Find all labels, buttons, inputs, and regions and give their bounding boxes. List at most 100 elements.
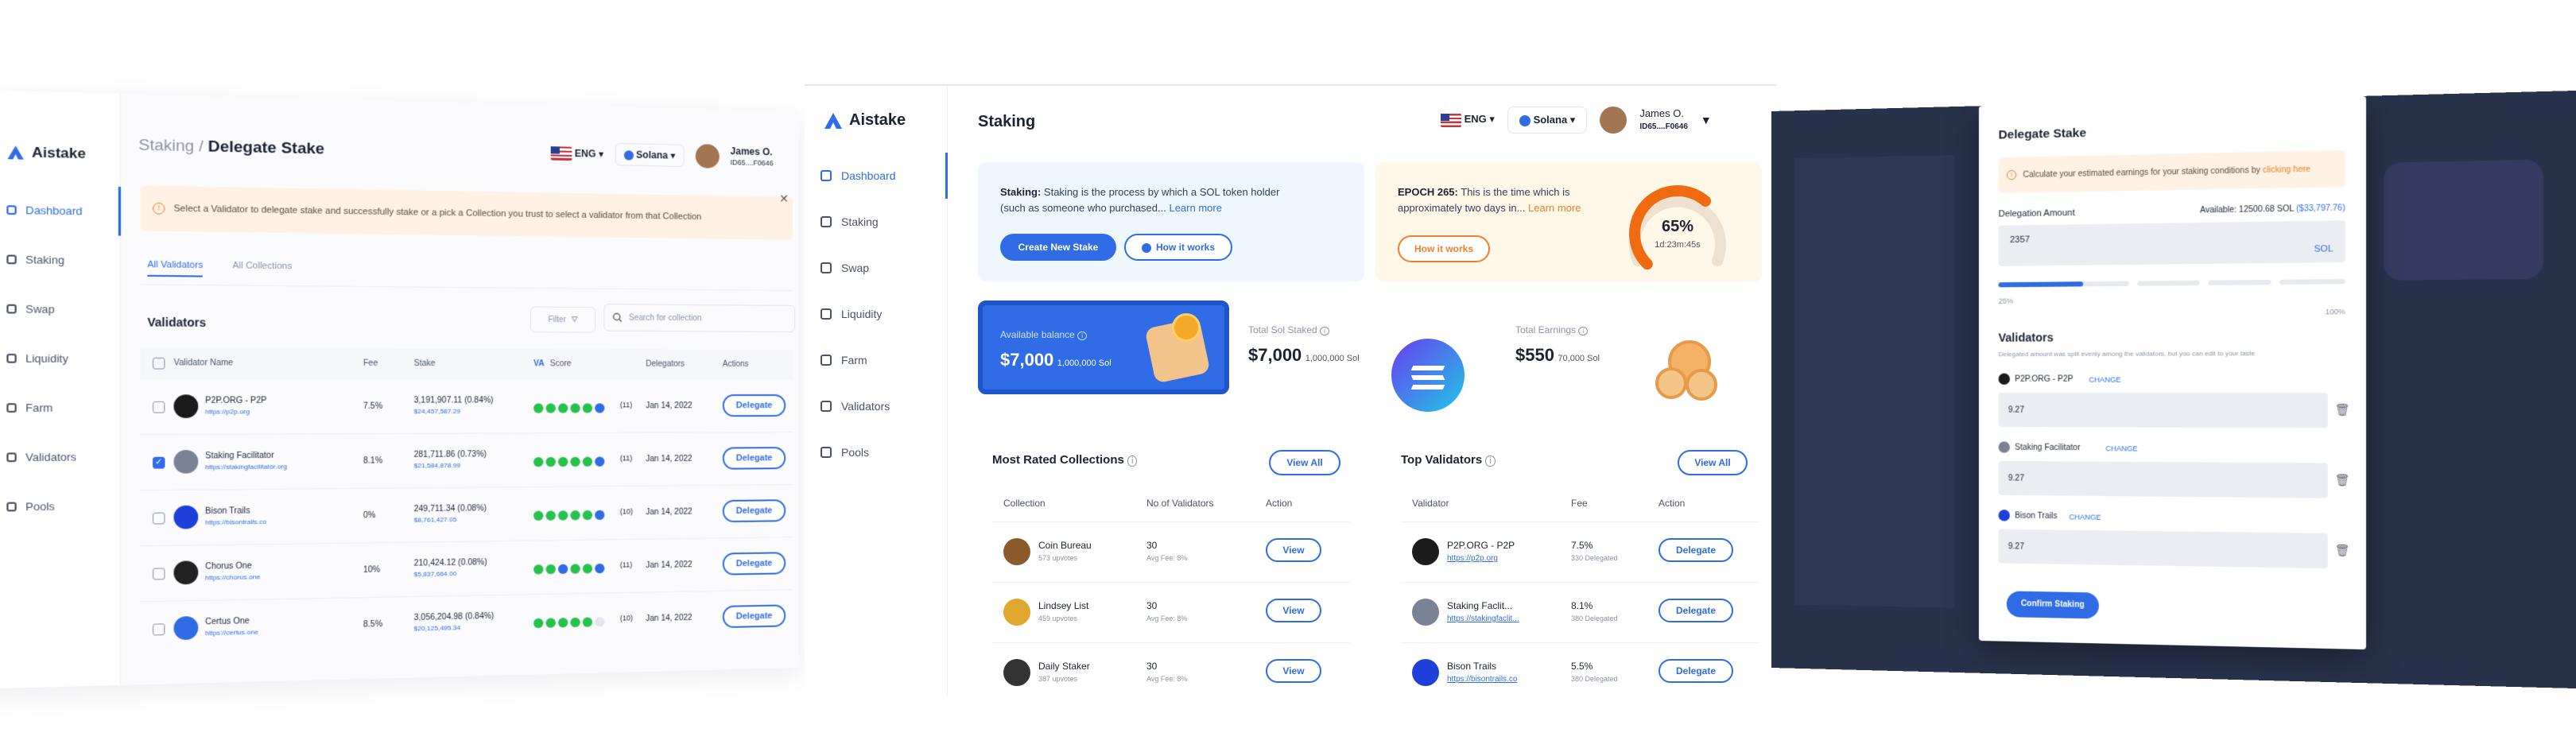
learn-more-link[interactable]: Learn more [1528,202,1581,214]
trash-icon[interactable]: 🗑 [2335,403,2350,417]
page-title: Staking [978,113,1035,131]
chevron-down-icon[interactable]: ▼ [1701,114,1712,126]
amount-input[interactable]: 2357 SOL [1999,220,2345,266]
top-validators-title-row: Top Validators i [1401,453,1496,467]
total-staked-card: Total Sol Staked i $7,000 1,000,000 Sol [1248,300,1499,394]
delegate-button[interactable]: Delegate [1658,599,1733,622]
select-all-checkbox[interactable] [153,358,165,370]
language-selector[interactable]: ENG ▾ [551,146,603,161]
sidebar-item-swap[interactable]: Swap [821,245,948,291]
sidebar-item-validators[interactable]: Validators [6,432,121,482]
view-all-validators-button[interactable]: View All [1678,450,1748,475]
avatar[interactable] [1600,107,1627,134]
row-checkbox[interactable] [153,623,165,635]
trash-icon[interactable]: 🗑 [2335,473,2350,487]
learn-more-link[interactable]: Learn more [1169,202,1221,214]
validator-url[interactable]: https://p2p.org [205,408,250,416]
validator-url[interactable]: https://bisontrails.co [1447,675,1517,684]
sidebar-item-staking[interactable]: Staking [6,235,121,285]
brand-logo[interactable]: Aistake [6,144,86,162]
clicking-here-link[interactable]: clicking here [2263,165,2310,175]
list-item[interactable]: Coin Bureau 573 upvotes 30 Avg Fee: 8% V… [992,522,1350,583]
view-button[interactable]: View [1266,659,1321,683]
change-link[interactable]: CHANGE [2105,444,2137,453]
delegate-button[interactable]: Delegate [723,447,786,470]
validator-url[interactable]: https://certus.one [205,628,258,637]
validator-url[interactable]: https://stakingfacilitator.org [205,463,287,471]
delegate-button[interactable]: Delegate [723,499,786,522]
score-count: (10) [620,614,633,622]
delegated-date: Jan 14, 2022 [646,614,692,623]
allocation-input[interactable]: 9.27 [1999,529,2328,568]
filter-button[interactable]: Filter ⛛ [530,306,596,332]
language-selector[interactable]: ENG ▾ [1441,113,1495,126]
validator-url[interactable]: https://stakingfaclit... [1447,614,1519,623]
close-icon[interactable]: ✕ [779,192,789,206]
change-link[interactable]: CHANGE [2089,375,2120,383]
row-checkbox-checked[interactable]: ✓ [153,457,165,469]
sidebar-item-liquidity[interactable]: Liquidity [6,333,121,382]
change-link[interactable]: CHANGE [2069,513,2101,521]
trash-icon[interactable]: 🗑 [2335,544,2350,558]
view-button[interactable]: View [1266,599,1321,622]
sidebar-item-pools[interactable]: Pools [821,429,948,475]
sidebar-label: Swap [25,302,55,315]
sidebar-item-dashboard[interactable]: Dashboard [821,153,948,199]
delegated-count: 380 Delegated [1571,675,1618,683]
amount-slider[interactable] [1999,279,2345,289]
row-checkbox[interactable] [153,568,165,580]
table-row[interactable]: ✓ Staking Facilitator https://stakingfac… [141,432,793,490]
fee: 7.5% [1571,540,1593,551]
list-item[interactable]: Lindsey List 459 upvotes 30 Avg Fee: 8% … [992,583,1350,643]
sidebar-item-swap[interactable]: Swap [6,284,121,334]
validator-url[interactable]: https://chorus.one [205,573,260,582]
validator-url[interactable]: https://p2p.org [1447,554,1498,563]
sidebar-item-farm[interactable]: Farm [6,382,121,432]
epoch-how-it-works-button[interactable]: How it works [1398,235,1490,262]
table-row[interactable]: Bison Trails https://bisontrails.co 5.5%… [1401,643,1759,696]
epoch-bold: EPOCH 265: [1398,186,1458,198]
table-row[interactable]: Staking Faclit... https://stakingfaclit.… [1401,583,1759,643]
logo-icon [824,112,843,130]
row-checkbox[interactable] [153,401,165,413]
allocation-input[interactable]: 9.27 [1999,393,2328,428]
sidebar-item-pools[interactable]: Pools [6,481,121,531]
row-checkbox[interactable] [153,513,165,525]
delegate-button[interactable]: Delegate [723,552,786,575]
table-row[interactable]: P2P.ORG - P2P https://p2p.org 7.5% 3,191… [141,379,793,435]
tab-all-validators[interactable]: All Validators [147,260,203,277]
table-row[interactable]: Certus One https://certus.one 8.5% 3,056… [141,590,793,657]
delegate-button[interactable]: Delegate [723,394,786,417]
allocation-value: 9.27 [2008,405,2024,414]
list-item[interactable]: Daily Staker 387 upvotes 30 Avg Fee: 8% … [992,643,1350,696]
brand-logo[interactable]: Aistake [824,111,906,130]
breadcrumb-parent[interactable]: Staking / [138,137,204,156]
score-dots [533,401,607,416]
sidebar-item-farm[interactable]: Farm [821,337,948,383]
network-selector[interactable]: Solana ▾ [1507,107,1587,134]
delegate-button[interactable]: Delegate [723,604,786,628]
validator-name: Staking Facilitator [2015,443,2080,452]
how-it-works-button[interactable]: How it works [1124,234,1232,261]
search-input[interactable]: Search for collection [603,304,795,332]
tab-all-collections[interactable]: All Collections [232,261,292,278]
allocation-input[interactable]: 9.27 [1999,461,2328,498]
view-button[interactable]: View [1266,538,1321,562]
create-new-stake-button[interactable]: Create New Stake [1000,234,1116,261]
table-row[interactable]: Bison Trails https://bisontrails.co 0% 2… [141,485,793,546]
fee: 10% [363,565,380,575]
validator-url[interactable]: https://bisontrails.co [205,518,266,526]
table-row[interactable]: P2P.ORG - P2P https://p2p.org 7.5% 330 D… [1401,522,1759,583]
confirm-staking-button[interactable]: Confirm Staking [2007,591,2099,618]
avatar[interactable] [696,144,720,169]
validator-count: 30 [1146,600,1157,611]
network-selector[interactable]: Solana ▾ [615,143,684,167]
sidebar-item-dashboard[interactable]: Dashboard [6,184,121,235]
sidebar-item-validators[interactable]: Validators [821,383,948,429]
sidebar-item-staking[interactable]: Staking [821,199,948,245]
delegate-button[interactable]: Delegate [1658,659,1733,683]
staked-usd: $7,000 [1248,345,1302,365]
view-all-collections-button[interactable]: View All [1269,450,1340,475]
delegate-button[interactable]: Delegate [1658,538,1733,562]
sidebar-item-liquidity[interactable]: Liquidity [821,291,948,337]
